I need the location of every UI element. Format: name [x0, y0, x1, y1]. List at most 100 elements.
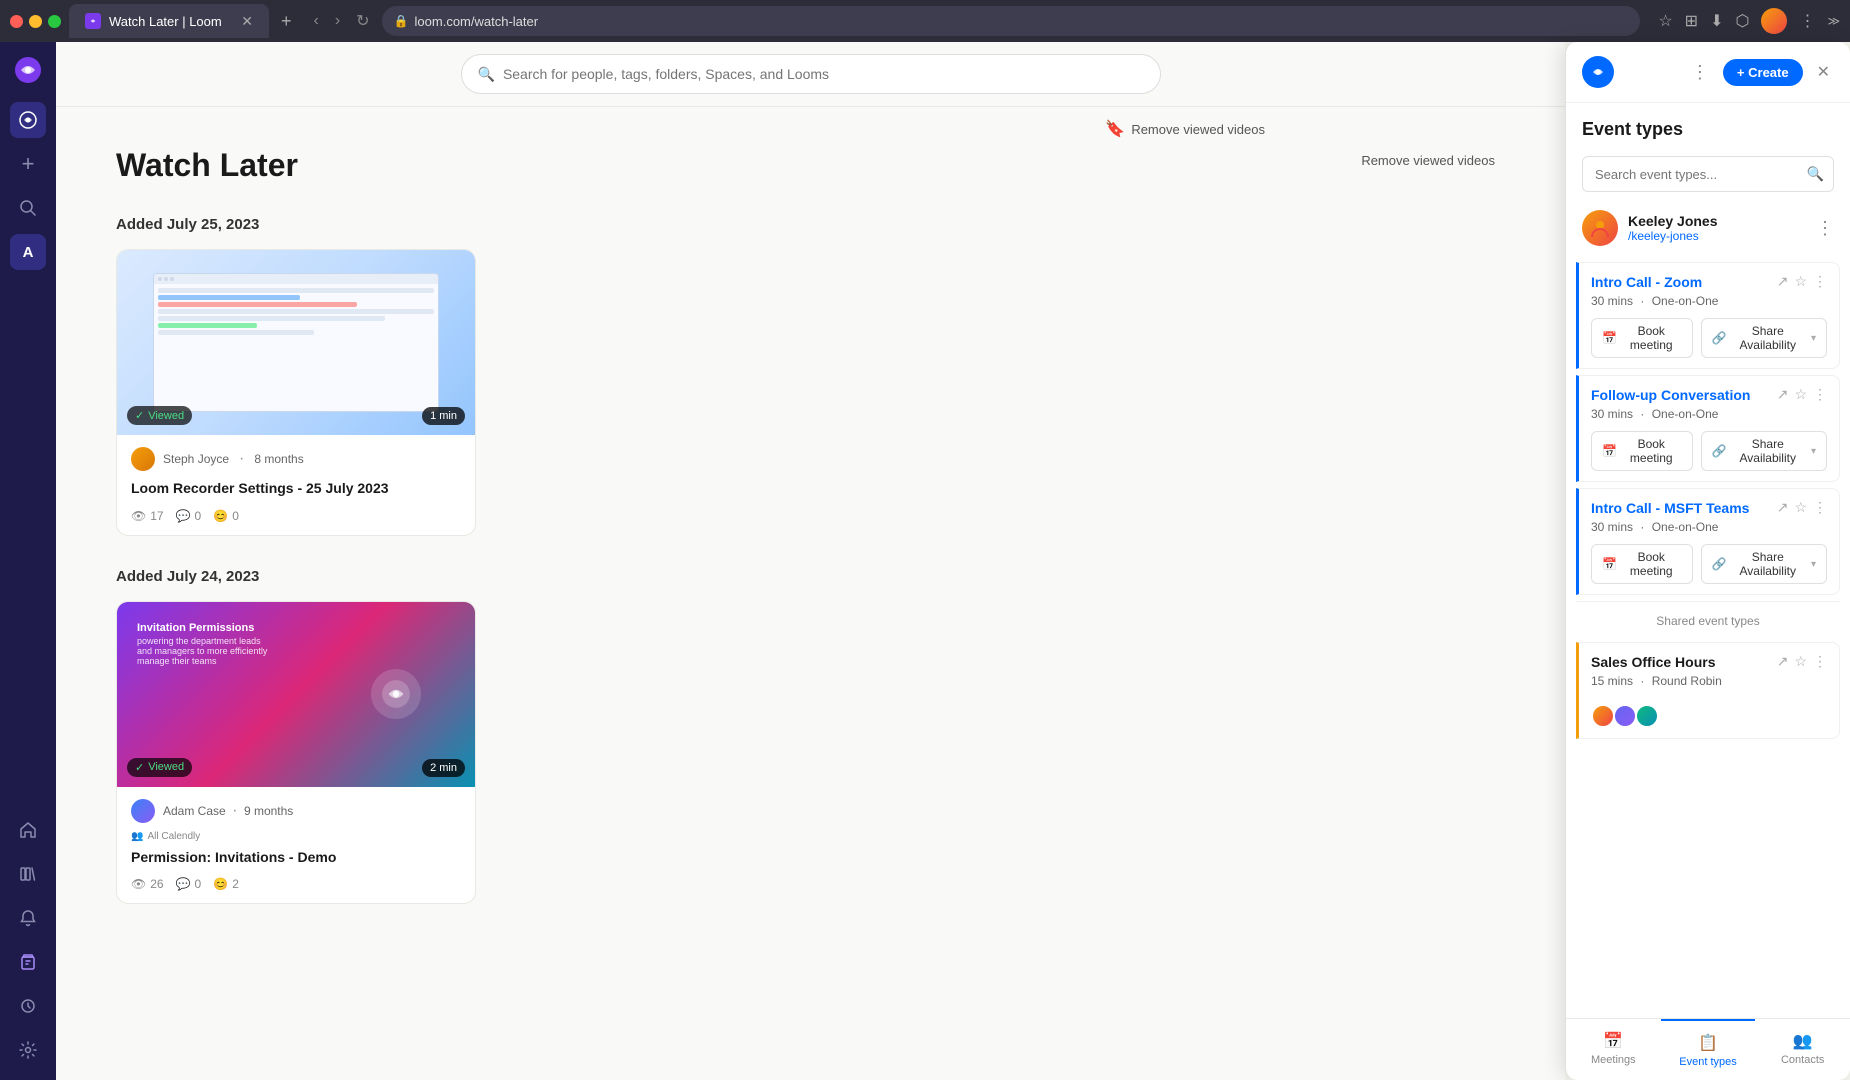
- book-meeting-button-2[interactable]: 📅 Book meeting: [1591, 431, 1693, 471]
- event-type-actions-2: ↗ ☆ ⋮: [1777, 386, 1827, 403]
- sidebar-item-notifications[interactable]: [10, 900, 46, 936]
- sidebar-item-my-looms[interactable]: [10, 102, 46, 138]
- search-input[interactable]: [503, 66, 1144, 82]
- star-icon-1[interactable]: ☆: [1794, 273, 1807, 290]
- team-icon: 👥: [131, 831, 143, 842]
- share-icon-3: 🔗: [1712, 557, 1727, 571]
- video-title-1[interactable]: Loom Recorder Settings - 25 July 2023: [131, 479, 461, 499]
- chevron-down-icon-1: ▾: [1811, 333, 1816, 344]
- share-availability-button-3[interactable]: 🔗 Share Availability ▾: [1701, 544, 1827, 584]
- video-thumbnail-2[interactable]: Invitation Permissions powering the depa…: [117, 602, 475, 787]
- shared-event-type-meta-1: 15 mins · Round Robin: [1591, 674, 1827, 688]
- browser-tab[interactable]: Watch Later | Loom ✕: [69, 4, 269, 38]
- extensions-icon[interactable]: ⊞: [1685, 11, 1698, 31]
- close-tab-button[interactable]: ✕: [241, 13, 253, 30]
- book-meeting-button-3[interactable]: 📅 Book meeting: [1591, 544, 1693, 584]
- star-icon-2[interactable]: ☆: [1794, 386, 1807, 403]
- close-window-button[interactable]: [10, 15, 23, 28]
- sidebar-item-watch-later[interactable]: [10, 944, 46, 980]
- event-type-search[interactable]: [1582, 156, 1834, 192]
- author-age-2: 9 months: [244, 804, 293, 818]
- event-type-item-3: Intro Call - MSFT Teams ↗ ☆ ⋮ 30 mins · …: [1576, 488, 1840, 595]
- more-icon-shared[interactable]: ⋮: [1813, 653, 1827, 670]
- video-author-2: Adam Case · 9 months: [131, 799, 461, 823]
- author-name-2: Adam Case: [163, 804, 226, 818]
- video-title-2[interactable]: Permission: Invitations - Demo: [131, 848, 461, 868]
- address-bar[interactable]: 🔒 loom.com/watch-later: [382, 6, 1641, 36]
- event-type-name-3[interactable]: Intro Call - MSFT Teams: [1591, 500, 1777, 516]
- external-link-icon-shared[interactable]: ↗: [1777, 653, 1789, 670]
- forward-button[interactable]: ›: [331, 8, 344, 34]
- star-icon-shared[interactable]: ☆: [1794, 653, 1807, 670]
- meetings-tab-icon: 📅: [1603, 1031, 1623, 1051]
- external-link-icon-3[interactable]: ↗: [1777, 499, 1789, 516]
- tab-title: Watch Later | Loom: [109, 14, 222, 29]
- user-more-button[interactable]: ⋮: [1816, 218, 1834, 239]
- book-meeting-button-1[interactable]: 📅 Book meeting: [1591, 318, 1693, 358]
- remove-viewed-container[interactable]: 🔖 Remove viewed videos: [1105, 119, 1265, 139]
- remove-viewed-button[interactable]: Remove viewed videos: [1351, 147, 1505, 174]
- sidebar-item-search[interactable]: [10, 190, 46, 226]
- maximize-window-button[interactable]: [48, 15, 61, 28]
- tab-contacts[interactable]: 👥 Contacts: [1755, 1019, 1850, 1080]
- more-icon-2[interactable]: ⋮: [1813, 386, 1827, 403]
- user-name: Keeley Jones: [1628, 213, 1806, 229]
- shared-avatars: [1591, 698, 1827, 728]
- sidebar: + A: [0, 42, 56, 1080]
- more-icon-1[interactable]: ⋮: [1813, 273, 1827, 290]
- section-date-1: Added July 25, 2023: [116, 216, 1505, 233]
- create-button[interactable]: + Create: [1723, 59, 1803, 86]
- global-search[interactable]: 🔍: [461, 54, 1161, 94]
- event-type-name-1[interactable]: Intro Call - Zoom: [1591, 274, 1777, 290]
- main-content: 🔍 Watch Later Remove viewed videos Added…: [56, 42, 1565, 1080]
- browser-user-avatar[interactable]: [1761, 8, 1787, 34]
- reload-button[interactable]: ↻: [352, 7, 373, 35]
- event-type-buttons-2: 📅 Book meeting 🔗 Share Availability ▾: [1591, 431, 1827, 471]
- more-icon-3[interactable]: ⋮: [1813, 499, 1827, 516]
- chevron-down-icon-3: ▾: [1811, 559, 1816, 570]
- external-link-icon-1[interactable]: ↗: [1777, 273, 1789, 290]
- event-type-item-1: Intro Call - Zoom ↗ ☆ ⋮ 30 mins · One-on…: [1576, 262, 1840, 369]
- user-profile-row: Keeley Jones /keeley-jones ⋮: [1566, 200, 1850, 256]
- page-title: Watch Later: [116, 147, 298, 184]
- loom-logo[interactable]: [12, 54, 44, 86]
- share-availability-button-1[interactable]: 🔗 Share Availability ▾: [1701, 318, 1827, 358]
- event-type-meta-3: 30 mins · One-on-One: [1591, 520, 1827, 534]
- close-panel-button[interactable]: ✕: [1813, 58, 1834, 86]
- remove-viewed-label: Remove viewed videos: [1131, 122, 1265, 137]
- video-thumbnail-1[interactable]: ✓ true Viewed 1 min: [117, 250, 475, 435]
- sidebar-item-settings[interactable]: [10, 1032, 46, 1068]
- shared-event-type-name-1[interactable]: Sales Office Hours: [1591, 654, 1777, 670]
- calendly-logo: [1582, 56, 1614, 88]
- video-stats-2: 👁 26 💬 0 😊 2: [131, 877, 461, 891]
- event-type-name-2[interactable]: Follow-up Conversation: [1591, 387, 1777, 403]
- minimize-window-button[interactable]: [29, 15, 42, 28]
- sidebar-item-add[interactable]: +: [10, 146, 46, 182]
- screen-cast-icon[interactable]: ⬡: [1735, 11, 1749, 31]
- viewed-badge-1: ✓ true Viewed: [127, 406, 192, 425]
- sidebar-item-library[interactable]: [10, 856, 46, 892]
- search-icon-panel: 🔍: [1807, 166, 1824, 183]
- external-link-icon-2[interactable]: ↗: [1777, 386, 1789, 403]
- back-button[interactable]: ‹: [310, 8, 323, 34]
- sidebar-item-recents[interactable]: [10, 988, 46, 1024]
- user-profile-avatar: [1582, 210, 1618, 246]
- sidebar-item-home[interactable]: [10, 812, 46, 848]
- author-avatar-2: [131, 799, 155, 823]
- bookmark-star-icon[interactable]: ☆: [1658, 11, 1672, 31]
- download-icon[interactable]: ⬇: [1710, 11, 1723, 31]
- new-tab-button[interactable]: +: [281, 11, 292, 32]
- check-icon-2: ✓: [135, 761, 144, 774]
- collapse-panel-icon[interactable]: ≫: [1827, 14, 1840, 28]
- page-header: Watch Later Remove viewed videos: [116, 147, 1505, 184]
- panel-more-button[interactable]: ⋮: [1687, 58, 1713, 87]
- sidebar-item-avatar-a[interactable]: A: [10, 234, 46, 270]
- star-icon-3[interactable]: ☆: [1794, 499, 1807, 516]
- tab-meetings[interactable]: 📅 Meetings: [1566, 1019, 1661, 1080]
- tab-event-types[interactable]: 📋 Event types: [1661, 1019, 1756, 1080]
- share-availability-button-2[interactable]: 🔗 Share Availability ▾: [1701, 431, 1827, 471]
- window-controls: [10, 15, 61, 28]
- calendar-icon-3: 📅: [1602, 557, 1617, 571]
- video-stats-1: 👁 17 💬 0 😊 0: [131, 509, 461, 523]
- browser-menu-icon[interactable]: ⋮: [1799, 11, 1815, 31]
